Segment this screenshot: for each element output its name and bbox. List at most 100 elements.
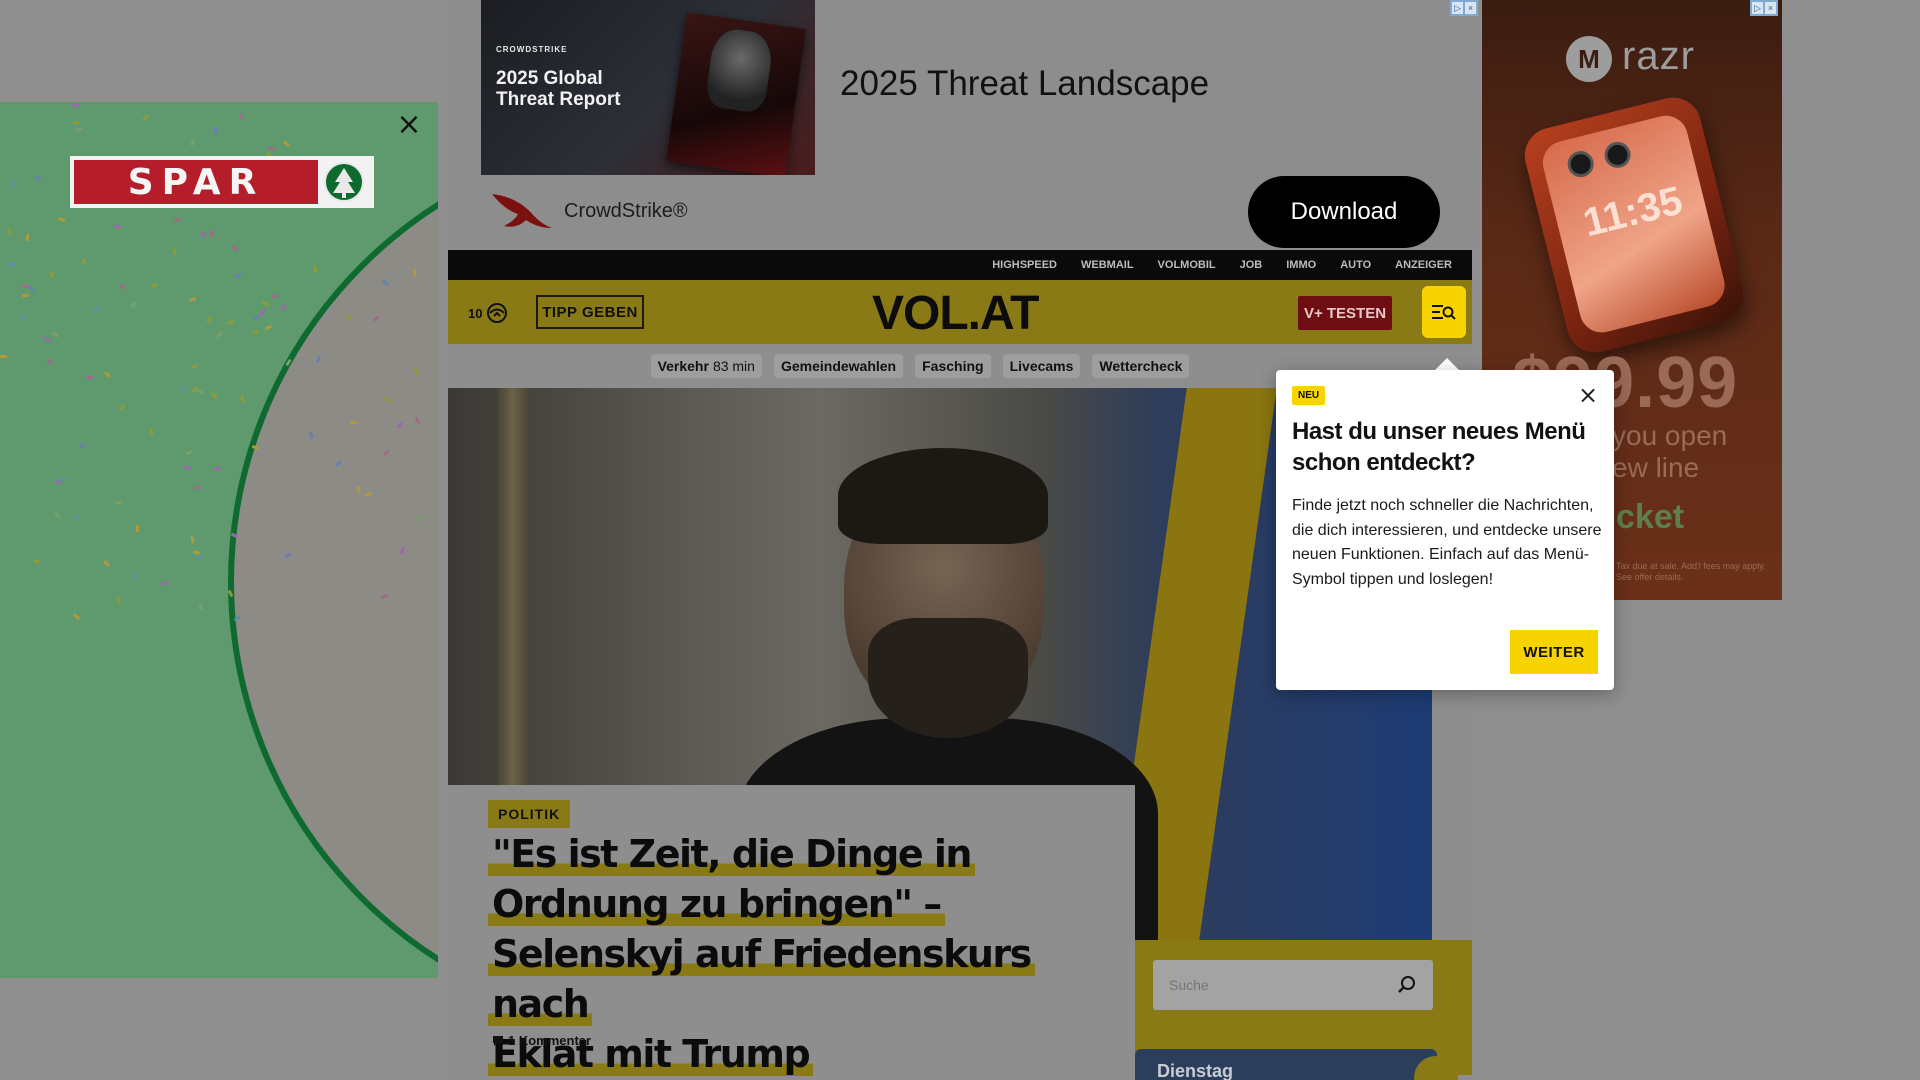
topnav-auto[interactable]: AUTO [1340, 259, 1371, 271]
confetti-piece [161, 581, 170, 586]
close-icon[interactable]: × [1576, 383, 1600, 408]
confetti-piece [259, 308, 266, 317]
confetti-piece [43, 337, 52, 342]
confetti-piece [230, 245, 239, 252]
confetti-piece [264, 324, 273, 331]
menu-button[interactable] [1422, 286, 1466, 338]
quicklink-verkehr[interactable]: Verkehr 83 min [650, 354, 762, 378]
vplus-test-button[interactable]: V+ TESTEN [1298, 296, 1392, 330]
ad-choices-icon[interactable]: ▷ × [1750, 0, 1778, 16]
topnav-anzeiger[interactable]: ANZEIGER [1395, 259, 1452, 271]
quicklink-gemeindewahlen[interactable]: Gemeindewahlen [773, 354, 904, 378]
spar-ad[interactable]: × SPAR [0, 102, 438, 978]
confetti-piece [192, 550, 201, 555]
confetti-piece [57, 477, 66, 482]
confetti-piece [185, 449, 194, 456]
confetti-piece [150, 283, 159, 288]
confetti-piece [210, 391, 219, 400]
topnav-job[interactable]: JOB [1240, 259, 1263, 271]
confetti-piece [190, 138, 195, 147]
site-header: 10 TIPP GEBEN VOL.AT V+ TESTEN [448, 280, 1472, 344]
search-input[interactable] [1169, 977, 1369, 993]
headline-line: "Es ist Zeit, die Dinge in [488, 832, 975, 876]
quicklink-livecams[interactable]: Livecams [1002, 354, 1081, 378]
confetti-piece [213, 126, 218, 135]
download-button[interactable]: Download [1248, 176, 1440, 248]
site-logo[interactable]: VOL.AT [872, 286, 1039, 341]
crowdstrike-falcon-icon [490, 186, 554, 232]
confetti-piece [209, 229, 214, 238]
confetti-piece [0, 354, 8, 359]
confetti-piece [51, 331, 60, 338]
confetti-piece [102, 560, 111, 567]
tipp-geben-button[interactable]: TIPP GEBEN [536, 295, 644, 329]
popover-text: Finde jetzt noch schneller die Nachricht… [1292, 497, 1602, 588]
confetti-piece [79, 441, 86, 450]
comment-count[interactable]: 1 Kommentar [492, 1033, 591, 1048]
topnav-immo[interactable]: IMMO [1286, 259, 1316, 271]
ad-choices-icon[interactable]: ▷ × [1450, 0, 1478, 16]
confetti-piece [173, 217, 182, 222]
confetti-piece [216, 330, 223, 339]
top-ad-advertiser: CrowdStrike® [564, 200, 688, 222]
search-icon[interactable] [1397, 975, 1417, 995]
confetti-piece [180, 385, 187, 394]
threat-report-image: CROWDSTRIKE 2025 Global Threat Report [481, 0, 815, 175]
confetti-piece [20, 313, 27, 322]
weather-day-card[interactable]: Dienstag [1135, 1049, 1437, 1080]
ad-fine-print: Tax due at sale. Add'l fees may apply. S… [1616, 561, 1766, 582]
confetti-piece [115, 500, 124, 505]
confetti-piece [197, 553, 202, 562]
confetti-piece [57, 217, 66, 222]
topnav-highspeed[interactable]: HIGHSPEED [992, 259, 1057, 271]
spar-ad-close-icon[interactable]: × [396, 110, 422, 140]
confetti-piece [251, 330, 260, 335]
menu-search-icon [1432, 305, 1456, 320]
confetti-piece [279, 304, 288, 311]
spar-ad-arc [228, 132, 438, 978]
confetti-piece [238, 112, 245, 121]
confetti-piece [199, 230, 208, 239]
top-ad-banner[interactable]: CROWDSTRIKE 2025 Global Threat Report 20… [448, 0, 1480, 250]
confetti-piece [193, 485, 202, 490]
confetti-piece [213, 466, 222, 471]
search-box[interactable] [1153, 960, 1433, 1010]
quicklink-fasching[interactable]: Fasching [915, 354, 991, 378]
weather-icon [487, 303, 508, 323]
quicklink-wettercheck[interactable]: Wettercheck [1092, 354, 1190, 378]
spar-logo-text: SPAR [74, 160, 318, 204]
traffic-label: Verkehr [657, 358, 709, 374]
confetti-piece [21, 284, 30, 289]
confetti-piece [7, 262, 16, 267]
confetti-piece [93, 304, 100, 313]
weiter-button[interactable]: WEITER [1510, 630, 1598, 674]
confetti-piece [80, 257, 87, 266]
motorola-logo-icon: M [1566, 36, 1612, 82]
confetti-piece [75, 127, 84, 132]
confetti-piece [28, 284, 35, 293]
ad-image-title: 2025 Global Threat Report [496, 68, 621, 110]
ad-tagline: you open ew line [1612, 420, 1727, 484]
category-tag[interactable]: POLITIK [488, 800, 571, 828]
top-ad-title[interactable]: 2025 Threat Landscape [840, 64, 1209, 104]
confetti-piece [21, 293, 30, 298]
confetti-piece [149, 427, 154, 436]
top-service-nav: HIGHSPEED WEBMAIL VOLMOBIL JOB IMMO AUTO… [448, 250, 1472, 280]
confetti-piece [267, 145, 276, 152]
confetti-piece [135, 524, 140, 533]
confetti-piece [54, 511, 61, 520]
confetti-piece [205, 315, 214, 324]
traffic-value: 83 min [712, 358, 755, 374]
weather-widget[interactable]: 10 [468, 302, 508, 324]
confetti-piece [261, 300, 270, 307]
topnav-volmobil[interactable]: VOLMOBIL [1158, 259, 1216, 271]
lead-article[interactable]: POLITIK "Es ist Zeit, die Dinge in Ordnu… [448, 785, 1135, 1080]
ad-tagline-line2: ew line [1612, 452, 1700, 483]
confetti-piece [412, 268, 417, 277]
confetti-piece [32, 559, 41, 564]
confetti-piece [183, 465, 192, 470]
confetti-piece [234, 272, 243, 279]
confetti-piece [131, 571, 138, 580]
topnav-webmail[interactable]: WEBMAIL [1081, 259, 1134, 271]
confetti-piece [142, 113, 149, 122]
